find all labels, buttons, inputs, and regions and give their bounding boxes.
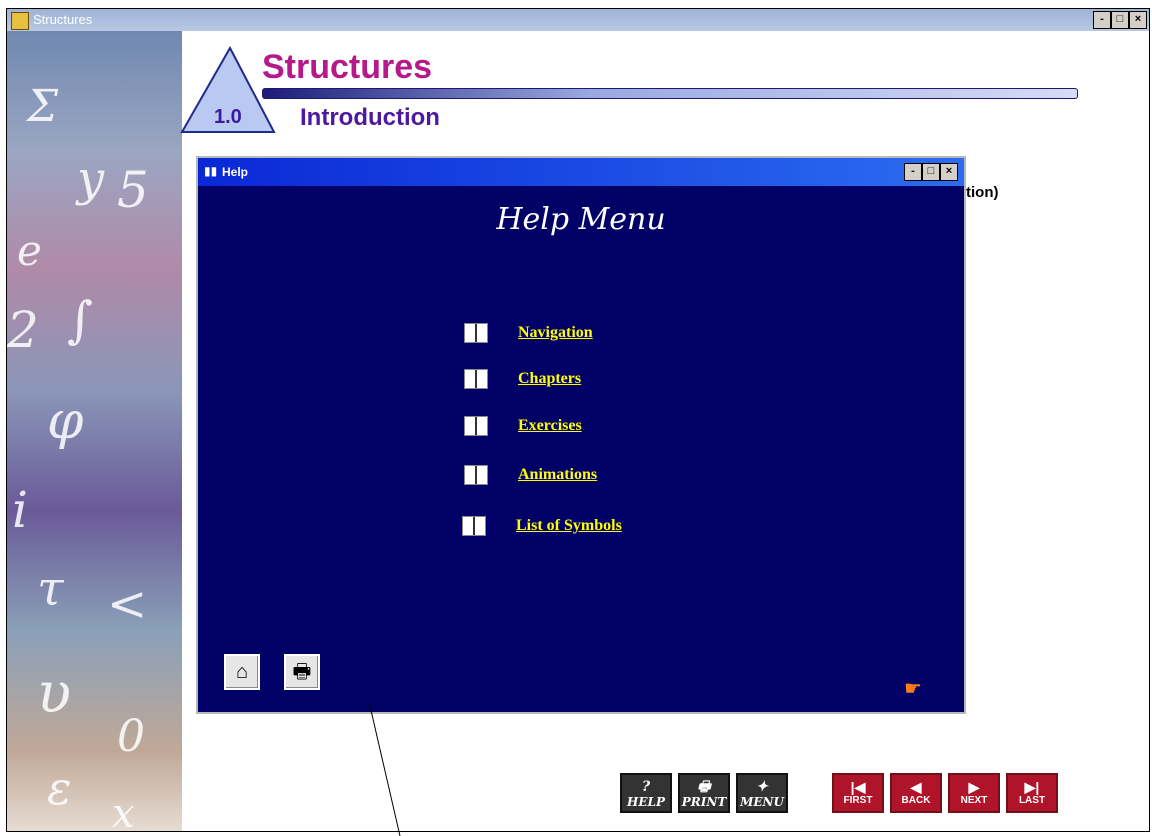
page-navigation: |◀ FIRST ◀ BACK ▶ NEXT ▶| LAST (832, 773, 1058, 813)
back-button[interactable]: ◀ BACK (890, 773, 942, 813)
last-button[interactable]: ▶| LAST (1006, 773, 1058, 813)
next-button[interactable]: ▶ NEXT (948, 773, 1000, 813)
printer-icon: 🖶 (697, 779, 711, 795)
menu-icon: ✦ (756, 779, 768, 795)
next-icon: ▶ (968, 779, 980, 795)
first-button[interactable]: |◀ FIRST (832, 773, 884, 813)
back-icon: ◀ (910, 779, 922, 795)
first-icon: |◀ (850, 779, 866, 795)
last-icon: ▶| (1024, 779, 1040, 795)
tool-buttons: ? HELP 🖶 PRINT ✦ MENU (620, 773, 788, 813)
help-button[interactable]: ? HELP (620, 773, 672, 813)
print-tool-button[interactable]: 🖶 PRINT (678, 773, 730, 813)
callout-line (369, 705, 401, 836)
question-icon: ? (641, 779, 651, 795)
menu-button[interactable]: ✦ MENU (736, 773, 788, 813)
